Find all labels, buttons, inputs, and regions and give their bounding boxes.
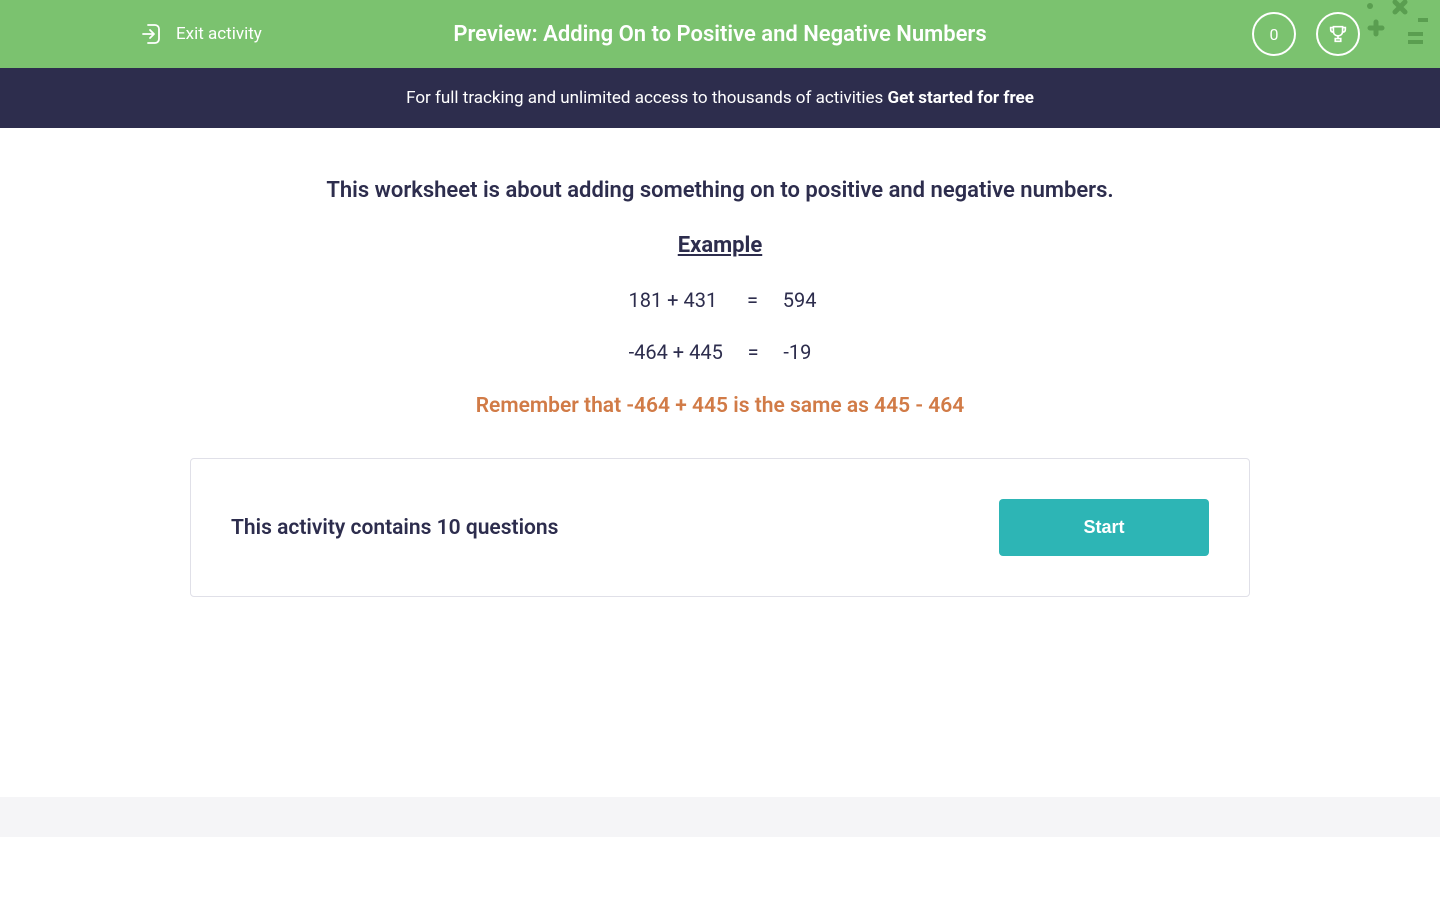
- example-line-1: 181 + 431 = 594: [190, 288, 1250, 312]
- example-line-2: -464 + 445 = -19: [190, 340, 1250, 364]
- trophy-icon: [1327, 23, 1349, 45]
- header: Exit activity Preview: Adding On to Posi…: [0, 0, 1440, 68]
- header-right: 0: [1252, 12, 1360, 56]
- example-heading: Example: [190, 233, 1250, 258]
- question-count-label: This activity contains 10 questions: [231, 516, 558, 540]
- score-value: 0: [1270, 25, 1279, 44]
- footer-bar: [0, 797, 1440, 837]
- get-started-link[interactable]: Get started for free: [888, 88, 1034, 108]
- trophy-badge[interactable]: [1316, 12, 1360, 56]
- activity-box: This activity contains 10 questions Star…: [190, 458, 1250, 597]
- remember-note: Remember that -464 + 445 is the same as …: [190, 394, 1250, 418]
- footer-space: [0, 647, 1440, 797]
- start-button[interactable]: Start: [999, 499, 1209, 556]
- exit-activity-label: Exit activity: [176, 24, 262, 44]
- score-badge[interactable]: 0: [1252, 12, 1296, 56]
- promo-banner: For full tracking and unlimited access t…: [0, 68, 1440, 128]
- exit-arrow-icon: [140, 22, 164, 46]
- exit-activity-button[interactable]: Exit activity: [140, 22, 262, 46]
- intro-text: This worksheet is about adding something…: [190, 178, 1250, 203]
- banner-text: For full tracking and unlimited access t…: [406, 88, 887, 108]
- content-area: This worksheet is about adding something…: [170, 128, 1270, 647]
